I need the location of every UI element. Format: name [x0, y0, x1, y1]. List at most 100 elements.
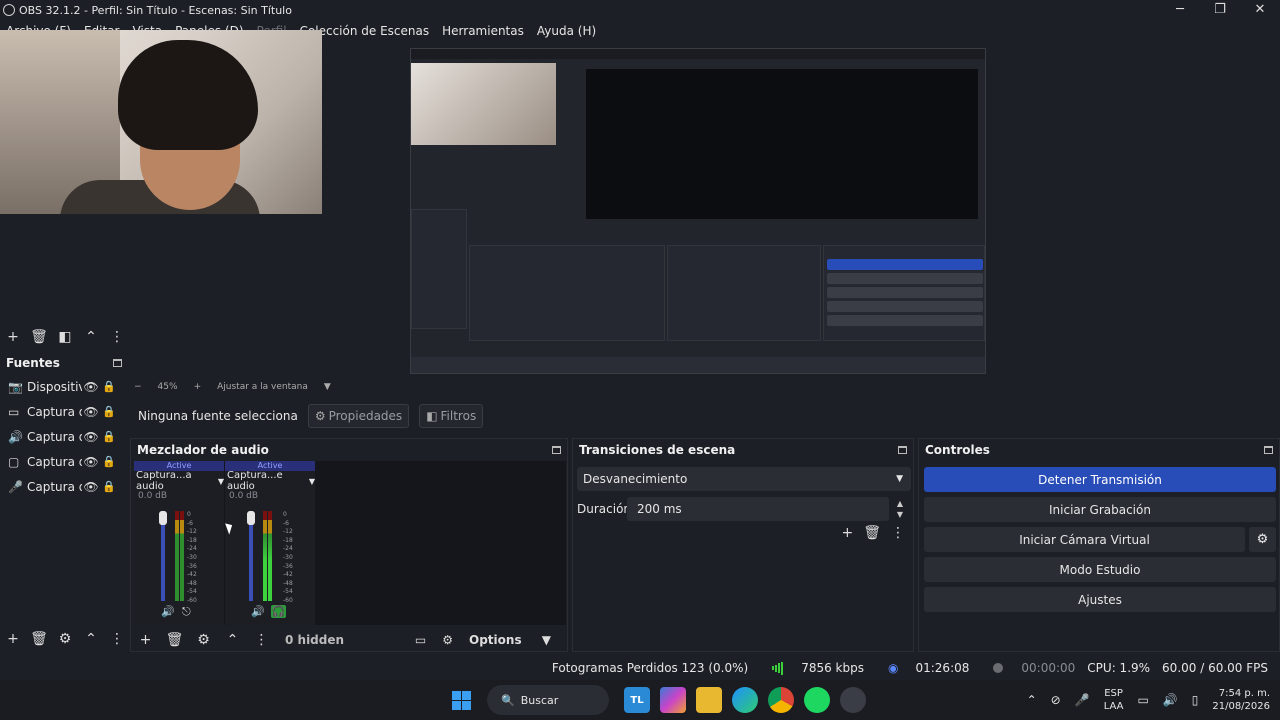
duration-field[interactable]: 200 ms [627, 497, 889, 521]
advanced-audio-icon[interactable]: ⚙ [442, 633, 453, 647]
more-options-icon[interactable]: ⋮ [891, 525, 905, 541]
battery-icon[interactable]: ▯ [1192, 693, 1199, 707]
undock-icon[interactable] [552, 446, 561, 454]
volume-icon[interactable]: 🔊 [1163, 693, 1178, 707]
move-up-icon[interactable]: ⌃ [78, 329, 104, 345]
settings-button[interactable]: Ajustes [924, 587, 1276, 612]
add-scene-icon[interactable]: + [0, 329, 26, 345]
visibility-eye-icon[interactable]: 👁 [82, 405, 100, 419]
more-options-icon[interactable]: ⋮ [104, 329, 130, 345]
undock-icon[interactable] [113, 359, 122, 367]
file-explorer-icon[interactable] [696, 687, 722, 713]
source-item[interactable]: 🎤 Captura d 👁 🔒 [0, 474, 128, 499]
remove-audio-icon[interactable]: 🗑 [160, 632, 189, 648]
visibility-eye-icon[interactable]: 👁 [82, 455, 100, 469]
window-controls: ─ ❐ ✕ [1160, 0, 1280, 20]
move-up-icon[interactable]: ⌃ [78, 631, 104, 647]
options-button[interactable]: Options ▼ [469, 633, 551, 647]
edge-browser-icon[interactable] [732, 687, 758, 713]
chevron-down-icon[interactable]: ▼ [324, 382, 331, 392]
fader-handle[interactable] [247, 511, 255, 525]
channel-name-dropdown[interactable]: Captura...e audio ▼ [225, 470, 315, 492]
scene-filters-icon[interactable]: ◧ [52, 329, 78, 345]
undock-icon[interactable] [898, 446, 907, 454]
lock-icon[interactable]: 🔒 [100, 380, 118, 393]
obs-taskbar-icon[interactable] [840, 687, 866, 713]
source-item[interactable]: ▭ Captura d 👁 🔒 [0, 399, 128, 424]
channel-name-dropdown[interactable]: Captura...a audio ▼ [134, 470, 224, 492]
copilot-icon[interactable] [660, 687, 686, 713]
maximize-button[interactable]: ❐ [1200, 0, 1240, 20]
add-source-icon[interactable]: + [0, 631, 26, 647]
headphones-monitor-icon[interactable]: 🎧 [271, 605, 286, 618]
virtual-camera-button[interactable]: Iniciar Cámara Virtual [924, 527, 1245, 552]
lock-icon[interactable]: 🔒 [100, 430, 118, 443]
zoom-level: 45% [157, 382, 178, 392]
remove-transition-icon[interactable]: 🗑 [863, 525, 881, 541]
add-audio-icon[interactable]: + [131, 632, 160, 648]
chevron-down-icon[interactable]: ▼ [897, 509, 903, 520]
language-indicator[interactable]: ESP LAA [1104, 687, 1124, 713]
spotify-icon[interactable] [804, 687, 830, 713]
fit-window-dropdown[interactable]: Ajustar a la ventana [217, 382, 308, 392]
visibility-eye-icon[interactable]: 👁 [82, 380, 100, 394]
undock-icon[interactable] [1264, 446, 1273, 454]
transition-tools: + 🗑 ⋮ [831, 525, 905, 541]
speaker-icon[interactable]: 🔊 [161, 605, 175, 618]
layout-toggle-icon[interactable]: ▭ [415, 633, 426, 647]
move-up-icon[interactable]: ⌃ [218, 632, 247, 648]
start-recording-button[interactable]: Iniciar Grabación [924, 497, 1276, 522]
windows-start-icon[interactable] [452, 690, 471, 710]
close-button[interactable]: ✕ [1240, 0, 1280, 20]
stop-streaming-button[interactable]: Detener Transmisión [924, 467, 1276, 492]
window-title: OBS 32.1.2 - Perfil: Sin Título - Escena… [19, 3, 292, 17]
transition-value: Desvanecimiento [583, 472, 688, 486]
fader-handle[interactable] [159, 511, 167, 525]
minimize-button[interactable]: ─ [1160, 0, 1200, 20]
lock-icon[interactable]: 🔒 [100, 455, 118, 468]
source-item[interactable]: 🔊 Captura d 👁 🔒 [0, 424, 128, 449]
lock-icon[interactable]: 🔒 [100, 480, 118, 493]
visibility-eye-icon[interactable]: 👁 [82, 480, 100, 494]
chevron-up-icon[interactable]: ▲ [897, 498, 903, 509]
transition-select[interactable]: Desvanecimiento ▼ [577, 467, 911, 491]
chevron-up-icon[interactable]: ⌃ [1027, 693, 1037, 707]
zoom-out-button[interactable]: − [134, 382, 142, 392]
transitions-title: Transiciones de escena [579, 443, 736, 457]
more-options-icon[interactable]: ⋮ [104, 631, 130, 647]
lock-icon[interactable]: 🔒 [100, 405, 118, 418]
network-icon[interactable]: ▭ [1137, 693, 1148, 707]
speaker-icon[interactable]: 🔊 [251, 605, 265, 618]
monitor-off-icon[interactable]: ⎋ [182, 605, 191, 619]
preview-record-button [827, 273, 983, 284]
visibility-eye-icon[interactable]: 👁 [82, 430, 100, 444]
microphone-icon[interactable]: 🎤 [1075, 693, 1090, 707]
menu-tools[interactable]: Herramientas [442, 24, 524, 38]
chrome-icon[interactable] [768, 687, 794, 713]
tl-app-icon[interactable]: TL [624, 687, 650, 713]
camera-icon: 📷 [8, 379, 23, 394]
no-network-icon[interactable]: ⊘ [1051, 693, 1061, 707]
taskbar-search[interactable]: 🔍 Buscar [487, 685, 609, 715]
audio-settings-gear-icon[interactable]: ⚙ [189, 632, 218, 648]
duration-value: 200 ms [637, 502, 682, 516]
properties-label: Propiedades [328, 409, 403, 423]
duration-stepper[interactable]: ▲ ▼ [889, 498, 911, 520]
source-settings-gear-icon[interactable]: ⚙ [52, 631, 78, 647]
add-transition-icon[interactable]: + [841, 525, 853, 541]
hidden-count: 0 hidden [285, 633, 345, 647]
studio-mode-button[interactable]: Modo Estudio [924, 557, 1276, 582]
properties-button[interactable]: ⚙ Propiedades [307, 404, 410, 428]
remove-scene-icon[interactable]: 🗑 [26, 329, 52, 345]
more-options-icon[interactable]: ⋮ [247, 632, 276, 648]
filters-button[interactable]: ◧ Filtros [419, 404, 484, 428]
clock[interactable]: 7:54 p. m. 21/08/2026 [1212, 687, 1270, 713]
menu-help[interactable]: Ayuda (H) [537, 24, 596, 38]
zoom-in-button[interactable]: + [194, 382, 202, 392]
remove-source-icon[interactable]: 🗑 [26, 631, 52, 647]
virtual-camera-gear-icon[interactable]: ⚙ [1249, 527, 1276, 552]
preview-mixer-panel [469, 245, 665, 341]
source-item[interactable]: 📷 Dispositiv 👁 🔒 [0, 374, 128, 399]
source-item[interactable]: ▢ Captura d 👁 🔒 [0, 449, 128, 474]
sources-toolbar: + 🗑 ⚙ ⌃ ⋮ [0, 628, 130, 650]
